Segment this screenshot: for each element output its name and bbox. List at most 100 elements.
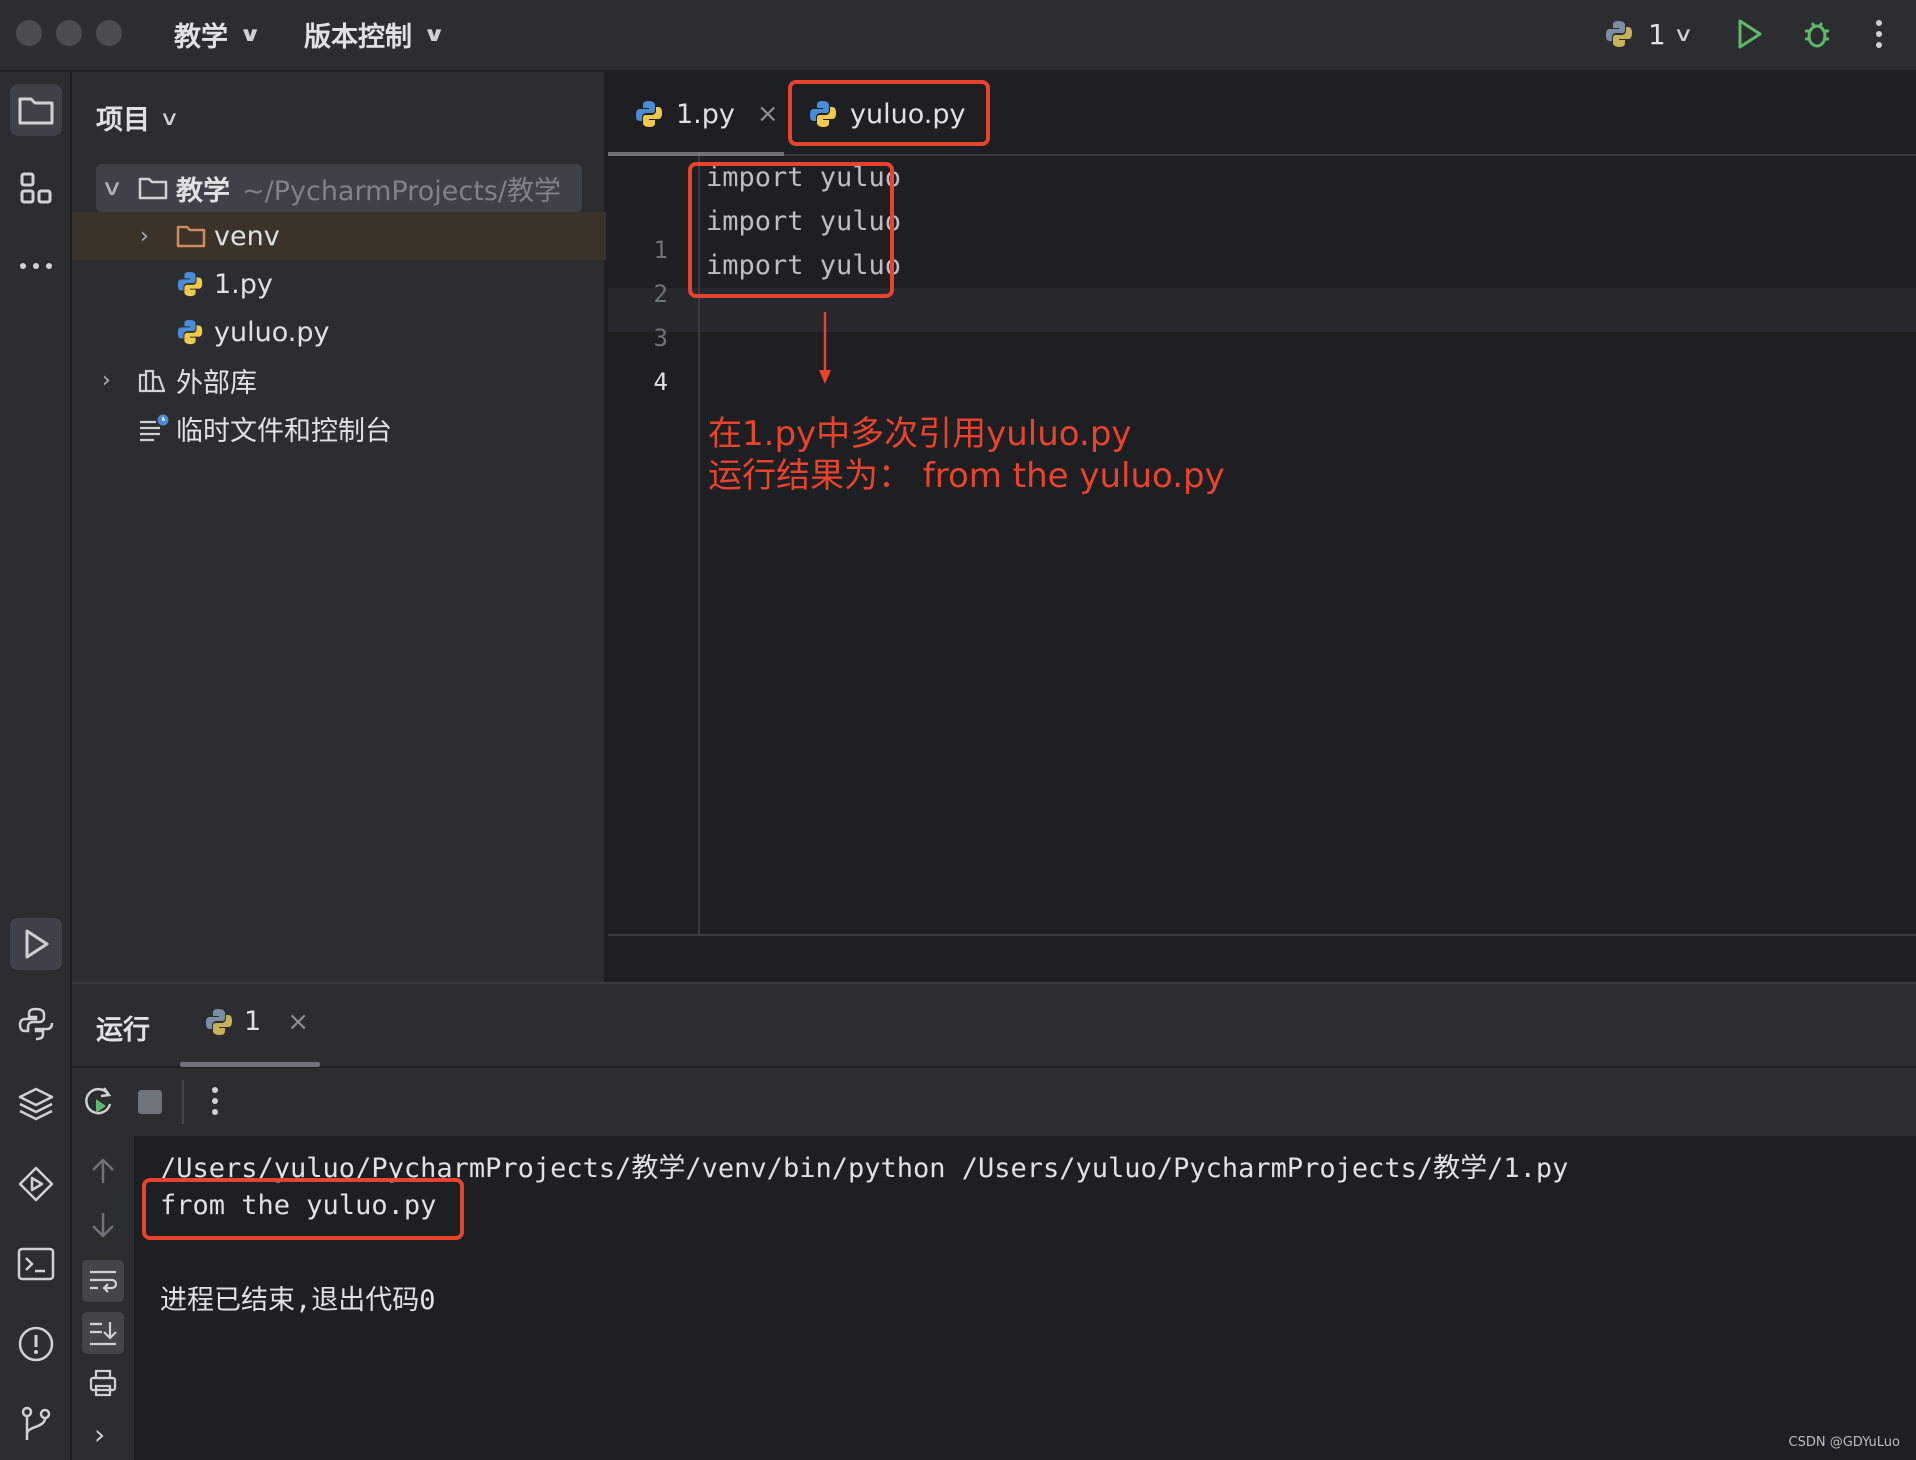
maximize-window-button[interactable] <box>96 20 122 46</box>
tree-item-label: venv <box>214 220 280 252</box>
console-output-line: 进程已结束,退出代码0 <box>160 1285 436 1316</box>
stop-button[interactable] <box>138 1090 162 1114</box>
scroll-to-end-button[interactable] <box>82 1312 124 1354</box>
run-toolbar <box>72 1068 1916 1136</box>
chevron-down-icon: ∨ <box>159 105 180 130</box>
soft-wrap-button[interactable] <box>82 1260 124 1302</box>
run-side-toolbar: › <box>72 1136 134 1460</box>
chevron-down-icon: ∨ <box>1672 22 1694 46</box>
run-panel: 运行 1 × › /Users/yuluo/PycharmProjects/教学… <box>72 982 1916 1460</box>
annotation-text: 运行结果为： from the yuluo.py <box>708 456 1225 496</box>
tree-item-label: yuluo.py <box>214 316 330 348</box>
print-icon <box>89 1369 117 1397</box>
run-tool-button[interactable] <box>10 918 62 970</box>
folder-icon <box>138 177 168 200</box>
tool-window-strip <box>0 72 72 1460</box>
warning-icon <box>18 1326 54 1362</box>
python-packages-button[interactable] <box>10 1078 62 1130</box>
python-file-icon <box>636 101 662 127</box>
run-config-selector[interactable]: 1 ∨ <box>1604 12 1694 56</box>
minimize-window-button[interactable] <box>56 20 82 46</box>
chevron-right-icon[interactable]: › <box>94 1418 105 1451</box>
project-menu[interactable]: 教学 ∨ <box>174 14 262 54</box>
run-more-options-button[interactable] <box>210 1084 220 1118</box>
scroll-down-button[interactable] <box>88 1210 118 1240</box>
bug-icon <box>1805 22 1829 48</box>
project-menu-label: 教学 <box>174 21 228 53</box>
print-button[interactable] <box>88 1368 118 1398</box>
tree-root-name: 教学 <box>176 175 230 207</box>
arrow-down-icon <box>92 1213 114 1238</box>
tree-item-scratches[interactable]: 临时文件和控制台 <box>72 404 606 452</box>
tab-label: 1.py <box>676 98 735 130</box>
editor-area: 1.py × yuluo.py 1 2 3 4 import yuluo imp… <box>608 72 1916 982</box>
run-icon <box>1738 19 1762 49</box>
vcs-menu[interactable]: 版本控制 ∨ <box>304 14 446 54</box>
tree-item-label: 外部库 <box>176 367 257 399</box>
close-tab-icon[interactable]: × <box>287 1007 309 1037</box>
more-vertical-icon <box>212 1087 218 1115</box>
run-tab-label: 1 <box>244 1006 262 1037</box>
terminal-button[interactable] <box>10 1238 62 1290</box>
project-panel-title: 项目 <box>96 105 150 136</box>
scratch-file-icon <box>140 414 169 442</box>
editor-tab-bar: 1.py × yuluo.py <box>608 72 1916 156</box>
git-branch-icon <box>21 1406 51 1440</box>
scroll-up-button[interactable] <box>88 1156 118 1186</box>
tree-root-path: ~/PycharmProjects/教学 <box>242 175 561 207</box>
line-number: 1 <box>653 236 668 264</box>
line-number-gutter: 1 2 3 4 <box>608 156 700 934</box>
tree-item-venv[interactable]: › venv <box>72 212 606 260</box>
python-console-button[interactable] <box>10 998 62 1050</box>
services-button[interactable] <box>10 1158 62 1210</box>
scroll-to-end-icon <box>90 1322 117 1346</box>
python-file-icon <box>177 271 203 297</box>
annotation-box-code <box>688 162 894 298</box>
project-tool-button[interactable] <box>10 84 62 136</box>
tree-item-1py[interactable]: 1.py <box>72 260 606 308</box>
structure-tool-button[interactable] <box>10 162 62 214</box>
run-config-label: 1 <box>1648 17 1666 51</box>
annotation-box-output <box>142 1178 464 1240</box>
structure-icon <box>20 172 52 204</box>
python-icon <box>206 1008 232 1035</box>
more-vertical-icon <box>1876 20 1882 48</box>
chevron-down-icon: ∨ <box>238 22 262 46</box>
watermark: CSDN @GDYuLuo <box>1788 1435 1900 1450</box>
run-panel-header: 运行 1 × <box>72 984 1916 1068</box>
line-number: 3 <box>653 324 668 352</box>
git-button[interactable] <box>10 1398 62 1450</box>
python-console-icon <box>18 1007 54 1041</box>
more-tools-button[interactable] <box>10 240 62 292</box>
more-options-button[interactable] <box>1874 12 1884 56</box>
chevron-right-icon: › <box>102 367 111 393</box>
title-bar: 教学 ∨ 版本控制 ∨ 1 ∨ <box>0 0 1916 72</box>
rerun-icon <box>85 1087 112 1115</box>
toolbar-separator <box>182 1080 184 1124</box>
folder-icon <box>18 97 54 125</box>
python-file-icon <box>177 319 203 345</box>
run-button[interactable] <box>1732 12 1766 56</box>
run-tab-1[interactable]: 1 × <box>204 1006 309 1037</box>
tab-1py[interactable]: 1.py × <box>634 72 779 156</box>
tree-item-root[interactable]: ∨ 教学 ~/PycharmProjects/教学 <box>72 164 606 212</box>
library-icon <box>138 369 166 393</box>
line-number: 2 <box>653 280 668 308</box>
rerun-button[interactable] <box>80 1084 116 1120</box>
problems-button[interactable] <box>10 1318 62 1370</box>
line-number: 4 <box>653 368 668 396</box>
close-window-button[interactable] <box>16 20 42 46</box>
close-tab-icon[interactable]: × <box>757 99 779 129</box>
more-horizontal-icon <box>20 263 52 269</box>
soft-wrap-icon <box>90 1270 118 1293</box>
active-tab-indicator <box>180 1062 320 1067</box>
project-panel-header[interactable]: 项目 ∨ <box>96 98 180 137</box>
services-icon <box>18 1166 54 1202</box>
tree-item-label: 1.py <box>214 268 273 300</box>
annotation-box-tab <box>788 80 990 146</box>
tree-item-external-libraries[interactable]: › 外部库 <box>72 356 606 404</box>
tree-item-label: 临时文件和控制台 <box>176 415 392 447</box>
debug-button[interactable] <box>1800 12 1834 56</box>
chevron-right-icon: › <box>140 223 149 249</box>
tree-item-yuluo-py[interactable]: yuluo.py <box>72 308 606 356</box>
